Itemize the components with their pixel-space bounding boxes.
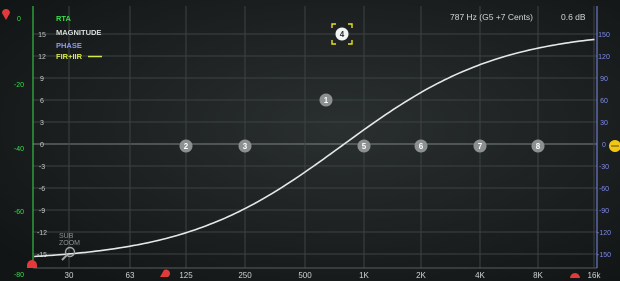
- legend-phase[interactable]: PHASE: [56, 41, 82, 50]
- magnitude-tick-label: -12: [37, 230, 47, 237]
- frequency-tick-label: 250: [238, 271, 252, 280]
- magnitude-tick-label: -3: [39, 164, 45, 171]
- frequency-tick-label: 125: [179, 271, 193, 280]
- frequency-tick-label: 4K: [475, 271, 485, 280]
- magnitude-tick-label: 6: [40, 98, 44, 105]
- frequency-tick-label: 500: [298, 271, 312, 280]
- magnitude-tick-label: 3: [40, 120, 44, 127]
- sub-zoom-label-zoom: ZOOM: [59, 240, 80, 247]
- phase-tick-label: -30: [599, 164, 609, 171]
- rta-tick-label: -40: [14, 146, 24, 153]
- filter-node-label: 2: [184, 142, 189, 151]
- filter-node-label: 1: [324, 96, 329, 105]
- legend-rta[interactable]: RTA: [56, 14, 71, 23]
- frequency-tick-label: 30: [65, 271, 74, 280]
- frequency-tick-label: 63: [126, 271, 135, 280]
- rta-tick-label: -80: [14, 272, 24, 279]
- phase-tick-label: 150: [598, 32, 610, 39]
- phase-tick-label: 90: [600, 76, 608, 83]
- filter-node-2[interactable]: 2: [179, 139, 193, 153]
- frequency-tick-label: 8K: [533, 271, 543, 280]
- magnitude-tick-label: -9: [39, 208, 45, 215]
- magnitude-tick-label: 0: [40, 142, 44, 149]
- rta-tick-label: 0: [17, 16, 21, 23]
- filter-node-label: 5: [362, 142, 367, 151]
- phase-tick-label: 0: [602, 142, 606, 149]
- filter-node-5[interactable]: 5: [357, 139, 371, 153]
- magnitude-tick-label: 9: [40, 76, 44, 83]
- frequency-readout: 787 Hz (G5 +7 Cents): [450, 12, 533, 22]
- rta-tick-label: -20: [14, 82, 24, 89]
- legend-fir-iir[interactable]: FIR+IIR: [56, 52, 83, 61]
- filter-node-label: 3: [243, 142, 248, 151]
- gain-readout: 0.6 dB: [561, 12, 586, 22]
- legend-magnitude[interactable]: MAGNITUDE: [56, 28, 101, 37]
- filter-node-label: 4: [340, 30, 345, 39]
- phase-tick-label: 120: [598, 54, 610, 61]
- frequency-tick-label: 2K: [416, 271, 426, 280]
- frequency-tick-label: 1K: [359, 271, 369, 280]
- filter-node-3[interactable]: 3: [238, 139, 252, 153]
- phase-tick-label: -120: [597, 230, 611, 237]
- graph-background: [0, 0, 620, 281]
- phase-tick-label: 60: [600, 98, 608, 105]
- frequency-tick-label: 16k: [588, 271, 602, 280]
- phase-tick-label: -150: [597, 252, 611, 259]
- sub-zoom-label-sub: SUB: [59, 233, 74, 240]
- filter-node-6[interactable]: 6: [414, 139, 428, 153]
- rta-tick-label: -60: [14, 209, 24, 216]
- filter-node-label: 8: [536, 142, 541, 151]
- phase-tick-label: -60: [599, 186, 609, 193]
- magnitude-tick-label: 15: [38, 32, 46, 39]
- eq-graph[interactable]: 0-20-40-60-80 15129630-3-6-9-12-15 15012…: [0, 0, 620, 281]
- phase-tick-label: -90: [599, 208, 609, 215]
- filter-node-1[interactable]: 1: [319, 93, 333, 107]
- phase-tick-label: 30: [600, 120, 608, 127]
- magnitude-tick-label: -6: [39, 186, 45, 193]
- magnitude-tick-label: 12: [38, 54, 46, 61]
- filter-node-8[interactable]: 8: [531, 139, 545, 153]
- filter-node-label: 7: [478, 142, 483, 151]
- filter-node-label: 6: [419, 142, 424, 151]
- filter-node-7[interactable]: 7: [473, 139, 487, 153]
